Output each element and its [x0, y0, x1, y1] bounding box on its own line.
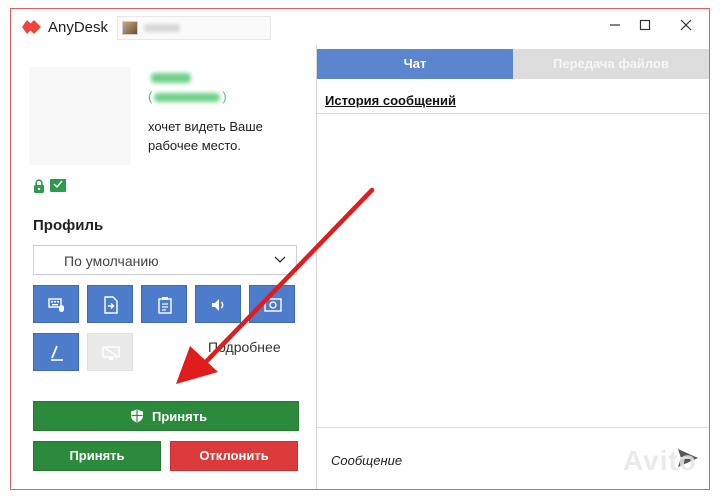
permission-file-transfer-button[interactable] [87, 285, 133, 323]
screenshot-icon [264, 298, 282, 312]
shield-icon [131, 409, 143, 423]
tab-file-transfer[interactable]: Передача файлов [513, 49, 709, 79]
chevron-down-icon [274, 256, 286, 263]
app-title: AnyDesk [48, 19, 109, 36]
accept-main-label: Принять [152, 409, 208, 424]
blurred-address [144, 24, 180, 32]
draw-icon [51, 345, 63, 361]
privacy-screen-icon [102, 346, 120, 360]
title-bar: AnyDesk [11, 9, 709, 45]
lock-icon [34, 179, 44, 193]
permission-draw-button[interactable] [33, 333, 79, 371]
sound-icon [212, 299, 224, 311]
more-details-link[interactable]: Подробнее [208, 339, 281, 355]
tab-chat[interactable]: Чат [317, 49, 513, 79]
minimize-icon[interactable] [606, 18, 624, 36]
chat-panel: Чат Передача файлов История сообщений Со… [317, 45, 709, 489]
history-divider [317, 113, 709, 114]
permission-screenshot-button[interactable] [249, 285, 295, 323]
message-input[interactable]: Сообщение [331, 453, 402, 468]
blurred-remote-name [151, 73, 191, 83]
clipboard-icon [158, 297, 172, 314]
incoming-request-panel: () хочет видеть Ваше рабочее место. Проф… [11, 45, 317, 489]
remote-avatar [29, 67, 131, 165]
anydesk-window: AnyDesk () хочет видеть Ваше рабочее мес… [10, 8, 710, 490]
profile-select[interactable]: По умолчанию [33, 245, 297, 275]
permission-keyboard-mouse-button[interactable] [33, 285, 79, 323]
blurred-id-value [154, 93, 221, 103]
decline-button[interactable]: Отклонить [170, 441, 298, 471]
message-divider [317, 427, 709, 428]
permission-clipboard-button[interactable] [141, 285, 187, 323]
avito-watermark: Avito [623, 445, 697, 476]
remote-screen-icon [50, 179, 66, 192]
remote-address-field[interactable] [117, 16, 271, 40]
maximize-icon[interactable] [636, 18, 654, 36]
remote-avatar-thumbnail [122, 21, 138, 35]
profile-selected-value: По умолчанию [64, 253, 159, 269]
accept-main-button[interactable]: Принять [33, 401, 299, 431]
close-icon[interactable] [677, 18, 695, 36]
remote-id: () [148, 89, 227, 104]
anydesk-logo-icon [22, 20, 41, 34]
file-transfer-icon [104, 296, 118, 314]
message-history-title: История сообщений [325, 93, 457, 108]
permission-privacy-screen-button[interactable] [87, 333, 133, 371]
permission-sound-button[interactable] [195, 285, 241, 323]
profile-label: Профиль [33, 217, 104, 234]
keyboard-mouse-icon [48, 298, 64, 312]
accept-button[interactable]: Принять [33, 441, 161, 471]
request-message: хочет видеть Ваше рабочее место. [148, 119, 263, 153]
